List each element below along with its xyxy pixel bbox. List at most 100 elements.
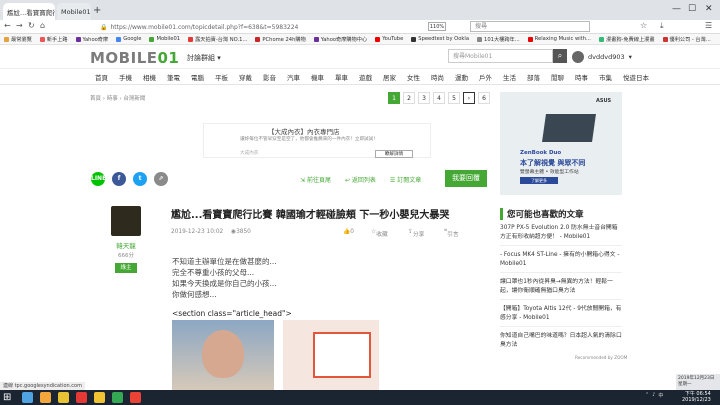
taskbar-app-icon[interactable] — [58, 392, 69, 403]
tab-active[interactable]: 尷尬...看寶寶爬行比賽 韓國瑜才輕... × — [3, 3, 55, 20]
category-link[interactable]: 平板 — [215, 72, 228, 82]
category-link[interactable]: 電腦 — [191, 72, 204, 82]
minimize-icon[interactable]: — — [672, 4, 681, 14]
taskbar-app-icon[interactable] — [112, 392, 123, 403]
bookmark-item[interactable]: Speedtest by Ookla — [411, 36, 469, 42]
related-item[interactable]: 你知道自己嘴巴的味道嗎？日本超人氣的清除口臭方法 — [500, 332, 624, 350]
reply-button[interactable]: 我要回覆 — [445, 170, 487, 187]
close-window-icon[interactable]: ✕ — [705, 4, 713, 14]
twitter-share-icon[interactable]: t — [133, 172, 147, 186]
bookmark-item[interactable]: PChome 24h購物 — [255, 36, 306, 43]
ad-cta-button[interactable]: 了解更多 — [520, 177, 558, 184]
back-icon[interactable]: ← — [4, 21, 11, 30]
inline-ad[interactable]: 【大成內衣】內衣專門店 讓妳每位不管早穿至是空了，他都會推薦來的一件內衣！立即試… — [203, 123, 431, 158]
bookmark-item[interactable]: 101大樓跨年... — [477, 36, 520, 43]
author-name[interactable]: 韓天龍 — [111, 240, 141, 250]
url-field[interactable]: 🔒 https://www.mobile01.com/topicdetail.p… — [100, 22, 460, 32]
page-link[interactable]: 4 — [433, 92, 445, 104]
menu-icon[interactable]: ☰ — [705, 21, 712, 30]
maximize-icon[interactable]: ☐ — [688, 4, 696, 14]
back-to-list-link[interactable]: ↩ 返回列表 — [345, 175, 376, 184]
category-link[interactable]: 戶外 — [479, 72, 492, 82]
bookmark-item[interactable]: 優利公司 - 台灣... — [662, 36, 711, 43]
like-button[interactable]: 👍 0 — [343, 229, 354, 235]
category-link[interactable]: 悅遊日本 — [623, 72, 649, 82]
taskbar-app-icon[interactable] — [130, 392, 141, 403]
bookmark-item[interactable]: Yahoo奇摩購物中心 — [313, 36, 367, 43]
category-link[interactable]: 相機 — [143, 72, 156, 82]
category-link[interactable]: 影音 — [263, 72, 276, 82]
home-icon[interactable]: ⌂ — [40, 21, 45, 30]
browser-search-input[interactable]: 搜尋 — [470, 21, 590, 32]
category-link[interactable]: 部落 — [527, 72, 540, 82]
taskbar-app-icon[interactable] — [94, 392, 105, 403]
category-link[interactable]: 生活 — [503, 72, 516, 82]
bookmark-item[interactable]: 露天拍賣-台灣 NO.1... — [188, 36, 247, 43]
category-link[interactable]: 筆電 — [167, 72, 180, 82]
facebook-share-icon[interactable]: f — [112, 172, 126, 186]
forward-icon[interactable]: → — [16, 21, 23, 30]
taskbar-app-icon[interactable] — [76, 392, 87, 403]
line-share-icon[interactable]: LINE — [91, 172, 106, 186]
forum-dropdown[interactable]: 討論群組 ▾ — [187, 53, 221, 63]
search-icon[interactable]: ⌕ — [553, 49, 567, 63]
category-link[interactable]: 市集 — [599, 72, 612, 82]
related-item[interactable]: 307P PX-5 Evolution 2.0 防水無士音台開箱 方正有形收納超… — [500, 224, 624, 242]
share-icon[interactable]: ⇗ — [154, 172, 168, 186]
category-link[interactable]: 首頁 — [95, 72, 108, 82]
category-link[interactable]: 汽車 — [287, 72, 300, 82]
site-logo[interactable]: MOBILE01 — [90, 49, 179, 67]
bookmark-item[interactable]: Google — [116, 36, 141, 42]
breadcrumb[interactable]: 首頁 › 時事 › 台灣新聞 — [90, 94, 145, 102]
bookmark-item[interactable]: Mobile01 — [149, 36, 180, 42]
author-avatar[interactable] — [111, 206, 141, 236]
category-link[interactable]: 遊戲 — [359, 72, 372, 82]
category-link[interactable]: 居家 — [383, 72, 396, 82]
category-link[interactable]: 時尚 — [431, 72, 444, 82]
taskbar-app-icon[interactable] — [22, 392, 33, 403]
taskbar-app-icon[interactable] — [40, 392, 51, 403]
ad-title[interactable]: 【大成內衣】內衣專門店 — [268, 126, 340, 136]
subscribe-link[interactable]: ☰ 訂閱文章 — [390, 175, 421, 184]
category-link[interactable]: 手機 — [119, 72, 132, 82]
site-search-input[interactable]: 搜尋Mobile01 — [448, 49, 553, 63]
related-item[interactable]: - Focus MK4 ST-Line - 擁有的小開箱心得文 - Mobile… — [500, 251, 624, 269]
bookmark-item[interactable]: 最常瀏覽 — [4, 36, 32, 43]
go-bottom-link[interactable]: ⇲ 前往頁尾 — [300, 175, 331, 184]
related-item[interactable]: 【開箱】Toyota Altis 12代 - 9代放閒開箱，有感分享 - Mob… — [500, 305, 624, 323]
page-link[interactable]: 5 — [448, 92, 460, 104]
category-link[interactable]: 單車 — [335, 72, 348, 82]
bookmark-item[interactable]: Relaxing Music with... — [527, 36, 591, 42]
category-link[interactable]: 穿戴 — [239, 72, 252, 82]
related-item[interactable]: 讓口罩也1秒內從昇臭→無異的方法！輕鬆一起，讓你衛順確無猶口臭方法 — [500, 278, 624, 296]
page-link[interactable]: 3 — [418, 92, 430, 104]
zoom-level[interactable]: 110% — [428, 22, 446, 31]
clock[interactable]: 下午 06:54 2019/12/23 — [682, 391, 711, 403]
system-tray[interactable]: ⌃ ♪ 中 — [645, 392, 663, 399]
new-tab-button[interactable]: + — [93, 5, 101, 16]
category-link[interactable]: 時事 — [575, 72, 588, 82]
reload-icon[interactable]: ↻ — [28, 21, 35, 30]
category-link[interactable]: 機車 — [311, 72, 324, 82]
quote-button[interactable]: ❝ 引言 — [444, 229, 459, 238]
category-link[interactable]: 閒聊 — [551, 72, 564, 82]
category-link[interactable]: 女性 — [407, 72, 420, 82]
ad-button[interactable]: 瞭解詳情 — [375, 150, 413, 158]
sidebar-ad[interactable]: ASUS ZenBook Duo 本了解視覺 與眾不同 雙螢幕主體 • 效能型工… — [500, 92, 622, 195]
bookmark-item[interactable]: YouTube — [375, 36, 403, 42]
tab-mobile01[interactable]: Mobile01 × — [57, 3, 91, 20]
bookmark-item[interactable]: Yahoo奇摩 — [75, 36, 108, 43]
page-link[interactable]: 2 — [403, 92, 415, 104]
bookmark-item[interactable]: 新手上路 — [39, 36, 68, 43]
bookmark-button[interactable]: ☆ 收藏 — [371, 229, 388, 238]
downloads-icon[interactable]: ⤓ — [660, 21, 664, 31]
share-button[interactable]: ⇪ 分享 — [408, 229, 424, 238]
category-link[interactable]: 運動 — [455, 72, 468, 82]
next-page-button[interactable]: › — [463, 92, 475, 104]
bookmarks-icon[interactable]: ☆ — [640, 21, 647, 30]
page-link[interactable]: 6 — [478, 92, 490, 104]
start-icon[interactable]: ⊞ — [3, 392, 14, 403]
page-link[interactable]: 1 — [388, 92, 400, 104]
bookmark-item[interactable]: 漫畫狗-免費線上漫畫 — [598, 36, 655, 43]
user-menu[interactable]: dvddvd903 ▾ — [572, 51, 632, 63]
